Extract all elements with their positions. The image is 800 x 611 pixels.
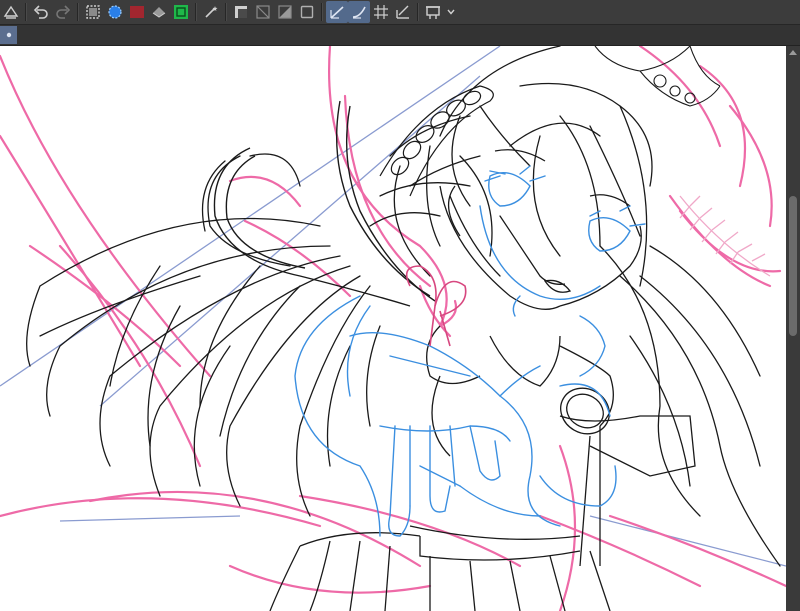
- ruler-toggle-icon: [256, 5, 270, 19]
- layer-color-icon: [174, 5, 188, 19]
- grid-icon: [374, 5, 388, 19]
- toolbar-more-dropdown[interactable]: [444, 1, 458, 23]
- drawing-canvas[interactable]: [0, 46, 786, 611]
- perspective-icon: [396, 5, 409, 19]
- undo-icon: [33, 5, 48, 19]
- snap-ruler-icon: [330, 6, 344, 19]
- layer-color-button[interactable]: [170, 1, 192, 23]
- grid-button[interactable]: [370, 1, 392, 23]
- dot-icon: [6, 32, 11, 38]
- mask-icon: [235, 6, 247, 18]
- snap-ruler-button[interactable]: [326, 1, 348, 23]
- canvas-settings-icon: [426, 6, 440, 19]
- auto-action-button[interactable]: [200, 1, 222, 23]
- redo-button[interactable]: [52, 1, 74, 23]
- fill-transparent-button[interactable]: [148, 1, 170, 23]
- redo-icon: [56, 5, 71, 19]
- hand-tool-icon: [3, 5, 19, 19]
- toolbar-separator: [225, 3, 227, 21]
- toolbar-separator: [321, 3, 323, 21]
- canvas-tab-bar: [0, 25, 800, 46]
- scrollbar-thumb[interactable]: [789, 196, 797, 336]
- artwork: [0, 46, 786, 611]
- gradient-icon: [278, 5, 292, 19]
- invert-selection-icon: [108, 5, 122, 19]
- frame-button[interactable]: [296, 1, 318, 23]
- select-all-button[interactable]: [82, 1, 104, 23]
- guide-lines: [0, 46, 786, 567]
- fill-color-button[interactable]: [126, 1, 148, 23]
- hand-tool-button[interactable]: [0, 1, 22, 23]
- vertical-scrollbar[interactable]: [786, 46, 800, 611]
- chevron-down-icon: [447, 9, 455, 15]
- canvas-settings-button[interactable]: [422, 1, 444, 23]
- toolbar-separator: [77, 3, 79, 21]
- command-toolbar: [0, 0, 800, 25]
- toolbar-separator: [195, 3, 197, 21]
- ruler-toggle-button[interactable]: [252, 1, 274, 23]
- feather-sketch: [679, 195, 771, 277]
- gradient-button[interactable]: [274, 1, 296, 23]
- toolbar-separator: [25, 3, 27, 21]
- fill-color-icon: [130, 6, 144, 18]
- toolbar-separator: [417, 3, 419, 21]
- frame-icon: [300, 5, 314, 19]
- headpiece-lineart: [594, 46, 721, 107]
- fill-transparent-icon: [152, 7, 166, 18]
- lineart-layer: [26, 46, 781, 567]
- tab-pin-button[interactable]: [0, 26, 17, 44]
- scroll-up-icon[interactable]: [789, 50, 797, 55]
- snap-special-ruler-button[interactable]: [348, 1, 370, 23]
- invert-selection-button[interactable]: [104, 1, 126, 23]
- perspective-button[interactable]: [392, 1, 414, 23]
- auto-action-icon: [205, 6, 218, 18]
- select-all-icon: [86, 5, 100, 19]
- mask-button[interactable]: [230, 1, 252, 23]
- undo-button[interactable]: [30, 1, 52, 23]
- snap-special-ruler-icon: [352, 6, 366, 19]
